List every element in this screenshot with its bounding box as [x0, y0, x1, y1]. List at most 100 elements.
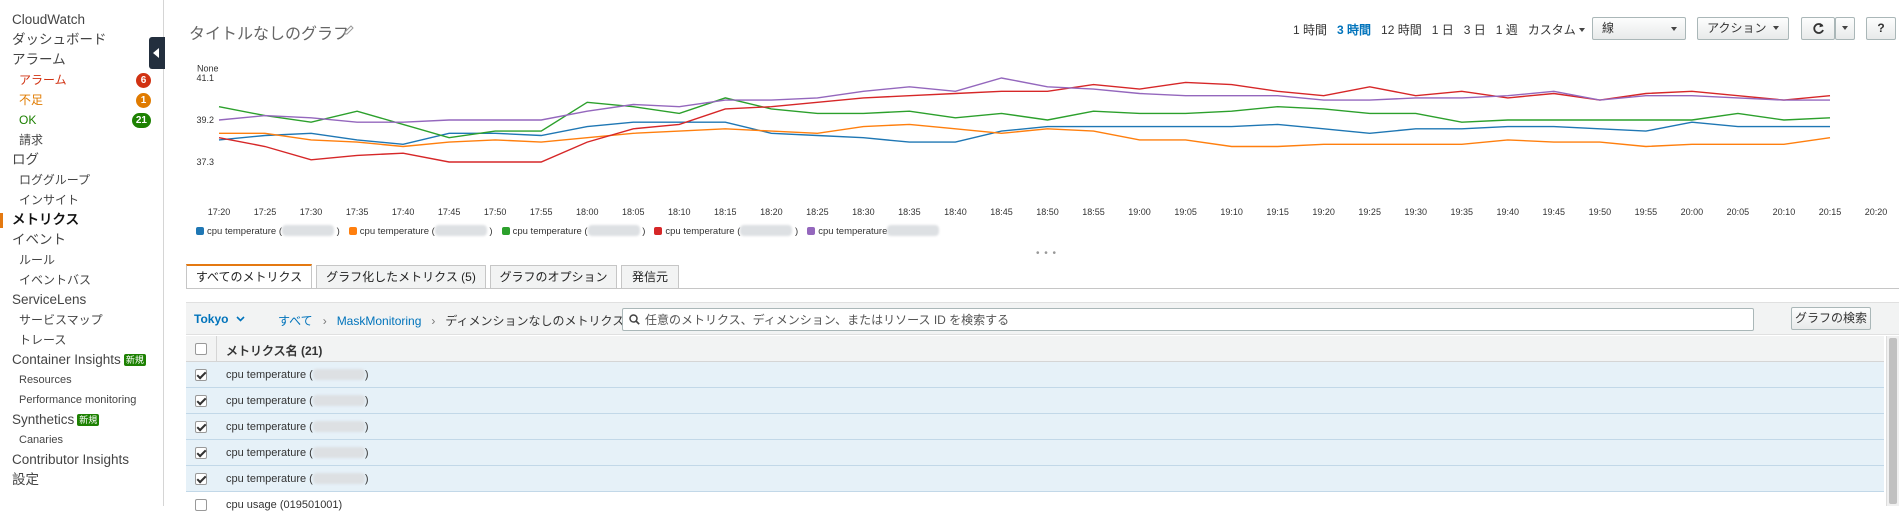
pencil-icon[interactable]: [344, 25, 354, 35]
sidebar-item[interactable]: ルール: [0, 251, 163, 271]
time-range-option[interactable]: 3 日: [1464, 21, 1486, 38]
sidebar-item[interactable]: 設定: [0, 471, 163, 491]
legend-item[interactable]: cpu temperature ( ): [654, 225, 798, 237]
sidebar-item[interactable]: 不足 1: [0, 91, 163, 111]
x-tick-label: 19:25: [1358, 207, 1381, 217]
metric-name-cell: cpu temperature (): [226, 395, 369, 407]
tab-3[interactable]: 発信元: [621, 265, 679, 289]
sidebar-item-label: ServiceLens: [12, 292, 87, 307]
table-row[interactable]: cpu temperature (): [186, 414, 1884, 440]
sidebar-item[interactable]: Contributor Insights: [0, 451, 163, 471]
sidebar-item[interactable]: イベントバス: [0, 271, 163, 291]
sidebar-item[interactable]: トレース: [0, 331, 163, 351]
sidebar-item[interactable]: ServiceLens: [0, 291, 163, 311]
x-tick-label: 19:45: [1543, 207, 1566, 217]
sidebar-item[interactable]: アラーム 6: [0, 71, 163, 91]
y-tick-label: 41.1: [196, 73, 214, 83]
metric-name: cpu temperature (: [226, 395, 313, 407]
sidebar-item[interactable]: Container Insights 新規: [0, 351, 163, 371]
table-row[interactable]: cpu temperature (): [186, 388, 1884, 414]
sidebar-item[interactable]: Canaries: [0, 431, 163, 451]
legend-item[interactable]: cpu temperature ( ): [348, 225, 493, 237]
refresh-options-button[interactable]: [1835, 17, 1855, 40]
select-all-checkbox[interactable]: [195, 343, 207, 355]
breadcrumb-separator-icon: ›: [431, 314, 436, 328]
actions-button[interactable]: アクション: [1697, 17, 1789, 40]
x-tick-label: 19:30: [1404, 207, 1427, 217]
x-tick-label: 18:50: [1036, 207, 1059, 217]
sidebar-item[interactable]: 請求: [0, 131, 163, 151]
sidebar-item-label: インサイト: [19, 193, 80, 207]
row-checkbox[interactable]: [195, 395, 207, 407]
sidebar-item[interactable]: OK 21: [0, 111, 163, 131]
chevron-down-icon: [236, 316, 245, 322]
table-row[interactable]: cpu temperature (): [186, 440, 1884, 466]
time-range-option[interactable]: 12 時間: [1381, 21, 1422, 38]
chevron-down-icon: [1772, 26, 1779, 30]
sidebar-item[interactable]: サービスマップ: [0, 311, 163, 331]
sidebar-collapse-button[interactable]: [149, 37, 165, 69]
sidebar-item[interactable]: Performance monitoring: [0, 391, 163, 411]
row-checkbox[interactable]: [195, 499, 207, 511]
tab-2[interactable]: グラフのオプション: [490, 265, 617, 289]
row-checkbox[interactable]: [195, 473, 207, 485]
chevron-down-icon: [1842, 26, 1848, 30]
time-range-option[interactable]: 3 時間: [1337, 21, 1371, 38]
sidebar-item[interactable]: ログ: [0, 151, 163, 171]
redacted-text: [887, 225, 940, 236]
tab-1[interactable]: グラフ化したメトリクス (5): [316, 265, 486, 289]
time-range-selector: 1 時間 3 時間 12 時間 1 日 3 日 1 週カスタム: [1293, 21, 1585, 38]
tab-0[interactable]: すべてのメトリクス: [186, 264, 312, 289]
x-tick-label: 17:30: [300, 207, 323, 217]
table-scrollbar[interactable]: [1886, 336, 1899, 506]
sidebar-item[interactable]: CloudWatch: [0, 11, 163, 31]
time-range-option[interactable]: 1 日: [1432, 21, 1454, 38]
redacted-text: [312, 421, 365, 432]
sidebar-item[interactable]: メトリクス: [0, 211, 163, 231]
table-row[interactable]: cpu temperature (): [186, 466, 1884, 492]
series-line: [218, 77, 1830, 123]
sidebar-item[interactable]: ロググループ: [0, 171, 163, 191]
breadcrumb: すべて › MaskMonitoring › ディメンションなしのメトリクス: [278, 312, 624, 329]
sidebar: CloudWatch ダッシュボード アラーム アラーム 6 不足 1 OK 21 請求ログ ロググ…: [0, 0, 164, 506]
graph-search-button[interactable]: グラフの検索: [1791, 307, 1871, 330]
refresh-button[interactable]: [1801, 17, 1835, 40]
sidebar-item-label: 請求: [19, 133, 44, 147]
sidebar-item[interactable]: Resources: [0, 371, 163, 391]
sidebar-item[interactable]: ダッシュボード: [0, 31, 163, 51]
chevron-down-icon: [1671, 27, 1677, 31]
region-selector[interactable]: Tokyo: [194, 312, 245, 326]
resize-handle[interactable]: • • •: [1036, 248, 1057, 259]
x-tick-label: 18:40: [944, 207, 967, 217]
table-row[interactable]: cpu temperature (): [186, 362, 1884, 388]
sidebar-item[interactable]: アラーム: [0, 51, 163, 71]
breadcrumb-namespace[interactable]: MaskMonitoring: [337, 314, 422, 328]
help-button[interactable]: ?: [1866, 17, 1896, 40]
sidebar-item[interactable]: インサイト: [0, 191, 163, 211]
legend-item[interactable]: cpu temperature ( ): [501, 225, 645, 237]
redacted-text: [312, 473, 365, 484]
breadcrumb-separator-icon: ›: [322, 314, 327, 328]
row-checkbox[interactable]: [195, 447, 207, 459]
x-tick-label: 18:05: [622, 207, 645, 217]
time-range-option[interactable]: 1 週: [1496, 21, 1518, 38]
graph-type-select[interactable]: 線: [1592, 17, 1686, 40]
row-checkbox[interactable]: [195, 369, 207, 381]
metric-search-input[interactable]: [645, 309, 1745, 330]
help-label: ?: [1877, 21, 1885, 35]
x-tick-label: 19:05: [1174, 207, 1197, 217]
legend-item[interactable]: cpu temperature ( ): [196, 225, 340, 237]
row-checkbox[interactable]: [195, 421, 207, 433]
sidebar-item[interactable]: イベント: [0, 231, 163, 251]
table-row[interactable]: cpu usage (019501001): [186, 492, 1884, 518]
x-tick-label: 17:55: [530, 207, 553, 217]
legend-item[interactable]: cpu temperature: [807, 225, 940, 237]
column-divider: [216, 336, 217, 362]
count-badge: 21: [131, 113, 151, 128]
scrollbar-thumb[interactable]: [1889, 338, 1897, 504]
x-tick-label: 18:45: [990, 207, 1013, 217]
breadcrumb-all[interactable]: すべて: [278, 314, 313, 328]
sidebar-item[interactable]: Synthetics 新規: [0, 411, 163, 431]
time-range-option[interactable]: 1 時間: [1293, 21, 1327, 38]
time-range-option[interactable]: カスタム: [1528, 21, 1576, 38]
